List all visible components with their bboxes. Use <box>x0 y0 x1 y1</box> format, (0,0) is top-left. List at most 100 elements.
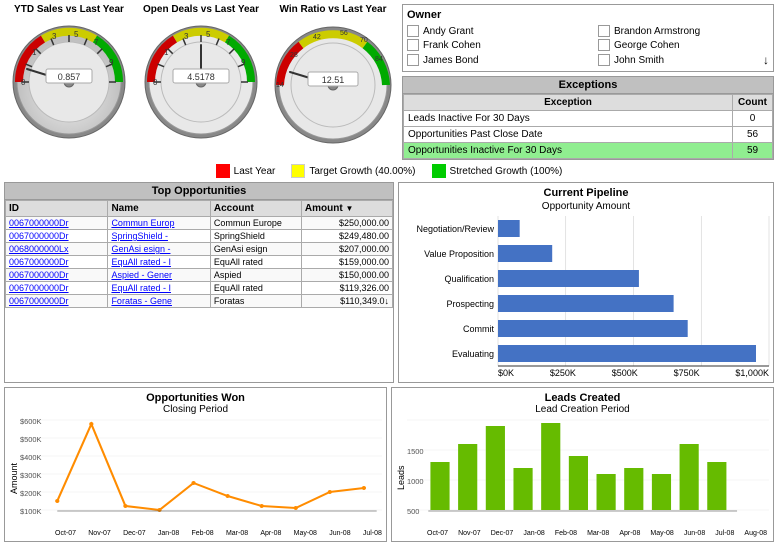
pipeline-x-4: $1,000K <box>735 368 769 378</box>
owner-item-4[interactable]: James Bond <box>407 53 578 67</box>
legend-label-1: Target Growth (40.00%) <box>309 166 415 177</box>
exc-exception-2: Opportunities Inactive For 30 Days <box>404 143 733 159</box>
owner-checkbox-0[interactable] <box>407 25 419 37</box>
exceptions-title: Exceptions <box>403 77 773 94</box>
exc-count-2: 59 <box>733 143 773 159</box>
owner-label-0: Andy Grant <box>423 26 474 37</box>
owner-scroll-icon[interactable]: ↓ <box>763 53 769 67</box>
pipeline-svg <box>498 216 769 366</box>
svg-text:$400K: $400K <box>20 453 42 462</box>
opps-name-1[interactable]: SpringShield - <box>108 230 210 243</box>
opps-name-6[interactable]: Foratas - Gene <box>108 295 210 308</box>
legend-item-2: Stretched Growth (100%) <box>432 164 563 178</box>
svg-text:$100K: $100K <box>20 507 42 516</box>
opps-name-5[interactable]: EquAll rated - I <box>108 282 210 295</box>
opps-x-8: Jun-08 <box>329 530 350 537</box>
leads-bar-1 <box>458 444 477 510</box>
opps-id-2[interactable]: 0068000000Lx <box>6 243 108 256</box>
opps-table: ID Name Account Amount ▼ 0067000000Dr Co… <box>5 200 393 308</box>
opps-id-4[interactable]: 0067000000Dr <box>6 269 108 282</box>
bar-prospecting <box>498 295 674 312</box>
top-row: YTD Sales vs Last Year <box>4 4 774 160</box>
gauge-open-svg: 0 1 3 5 7 9 4.5178 <box>141 17 261 92</box>
svg-text:84: 84 <box>375 56 383 63</box>
owner-item-2[interactable]: Frank Cohen <box>407 39 578 51</box>
opps-id-0[interactable]: 0067000000Dr <box>6 217 108 230</box>
owner-checkbox-4[interactable] <box>407 54 419 66</box>
opps-x-6: Apr-08 <box>260 530 281 537</box>
opps-won-point-6 <box>260 504 264 508</box>
opps-name-4[interactable]: Aspied - Gener <box>108 269 210 282</box>
opps-id-3[interactable]: 0067000000Dr <box>6 256 108 269</box>
pipeline-stage-2: Commit <box>403 324 494 334</box>
opps-name-2[interactable]: GenAsi esign - <box>108 243 210 256</box>
bar-commit <box>498 320 688 337</box>
bar-evaluating <box>498 345 756 362</box>
opps-name-3[interactable]: EquAll rated - I <box>108 256 210 269</box>
owner-checkbox-3[interactable] <box>598 39 610 51</box>
opps-name-0[interactable]: Commun Europ <box>108 217 210 230</box>
leads-bar-9 <box>680 444 699 510</box>
owner-checkbox-5[interactable] <box>598 54 610 66</box>
owner-item-0[interactable]: Andy Grant <box>407 25 578 37</box>
pipeline-x-axis: $0K $250K $500K $750K $1,000K <box>403 368 769 378</box>
exc-count-1: 56 <box>733 127 773 143</box>
leads-x-7: May-08 <box>650 530 673 537</box>
opps-won-point-7 <box>294 506 298 510</box>
leads-x-10: Aug-08 <box>744 530 767 537</box>
legend-row: Last Year Target Growth (40.00%) Stretch… <box>4 164 774 178</box>
exc-row-0: Leads Inactive For 30 Days 0 <box>404 111 773 127</box>
sort-icon[interactable]: ▼ <box>345 204 353 213</box>
opps-id-1[interactable]: 0067000000Dr <box>6 230 108 243</box>
svg-text:56: 56 <box>340 30 348 37</box>
bar-qualification <box>498 270 639 287</box>
leads-x-4: Feb-08 <box>555 530 577 537</box>
legend-item-1: Target Growth (40.00%) <box>291 164 415 178</box>
svg-text:1000: 1000 <box>407 477 424 486</box>
exc-col-count: Count <box>733 95 773 111</box>
opps-amount-0: $250,000.00 <box>301 217 392 230</box>
exc-col-exception: Exception <box>404 95 733 111</box>
gauge-win-svg: 14 28 42 56 70 84 12.51 <box>268 17 398 92</box>
leads-chart: 500 1000 1500 <box>407 419 769 537</box>
leads-x-2: Dec-07 <box>491 530 514 537</box>
leads-bar-10 <box>707 462 726 510</box>
owner-item-5[interactable]: John Smith <box>598 54 664 66</box>
owner-checkbox-2[interactable] <box>407 39 419 51</box>
svg-text:9: 9 <box>109 58 114 67</box>
opps-won-point-9 <box>362 486 366 490</box>
owner-item-3[interactable]: George Cohen <box>598 39 769 51</box>
opps-won-svg: $100K $200K $300K $400K $500K $600K <box>20 419 382 529</box>
owner-label-1: Brandon Armstrong <box>614 26 700 37</box>
owner-label-2: Frank Cohen <box>423 40 481 51</box>
pipeline-stage-1: Evaluating <box>403 349 494 359</box>
leads-y-label: Leads <box>396 419 406 537</box>
top-opportunities-panel: Top Opportunities ID Name Account Amount… <box>4 182 394 383</box>
owner-item-1[interactable]: Brandon Armstrong <box>598 25 769 37</box>
leads-x-1: Nov-07 <box>458 530 481 537</box>
owner-label-3: George Cohen <box>614 40 680 51</box>
leads-bar-3 <box>513 468 532 510</box>
opps-won-point-4 <box>191 481 195 485</box>
leads-subtitle: Lead Creation Period <box>396 404 769 415</box>
opps-x-4: Feb-08 <box>192 530 214 537</box>
gauge-win-value: 12.51 <box>322 75 345 85</box>
opps-account-5: EquAll rated <box>210 282 301 295</box>
pipeline-y-labels: Negotiation/Review Value Proposition Qua… <box>403 216 498 366</box>
owner-checkbox-1[interactable] <box>598 25 610 37</box>
gauge-ytd-value: 0.857 <box>58 72 81 82</box>
opps-row-5: 0067000000Dr EquAll rated - I EquAll rat… <box>6 282 393 295</box>
opps-won-y-label: Amount <box>9 419 19 537</box>
opps-x-2: Dec-07 <box>123 530 146 537</box>
owner-title: Owner <box>407 9 769 21</box>
opps-id-6[interactable]: 0067000000Dr <box>6 295 108 308</box>
opps-won-point-0 <box>55 499 59 503</box>
gauge-open-deals: Open Deals vs Last Year <box>136 4 266 160</box>
leads-bar-7 <box>624 468 643 510</box>
gauge-open-title: Open Deals vs Last Year <box>136 4 266 15</box>
pipeline-subtitle: Opportunity Amount <box>403 201 769 212</box>
legend-color-1 <box>291 164 305 178</box>
opps-won-point-8 <box>328 490 332 494</box>
opps-id-5[interactable]: 0067000000Dr <box>6 282 108 295</box>
pipeline-stage-6: Negotiation/Review <box>403 224 494 234</box>
